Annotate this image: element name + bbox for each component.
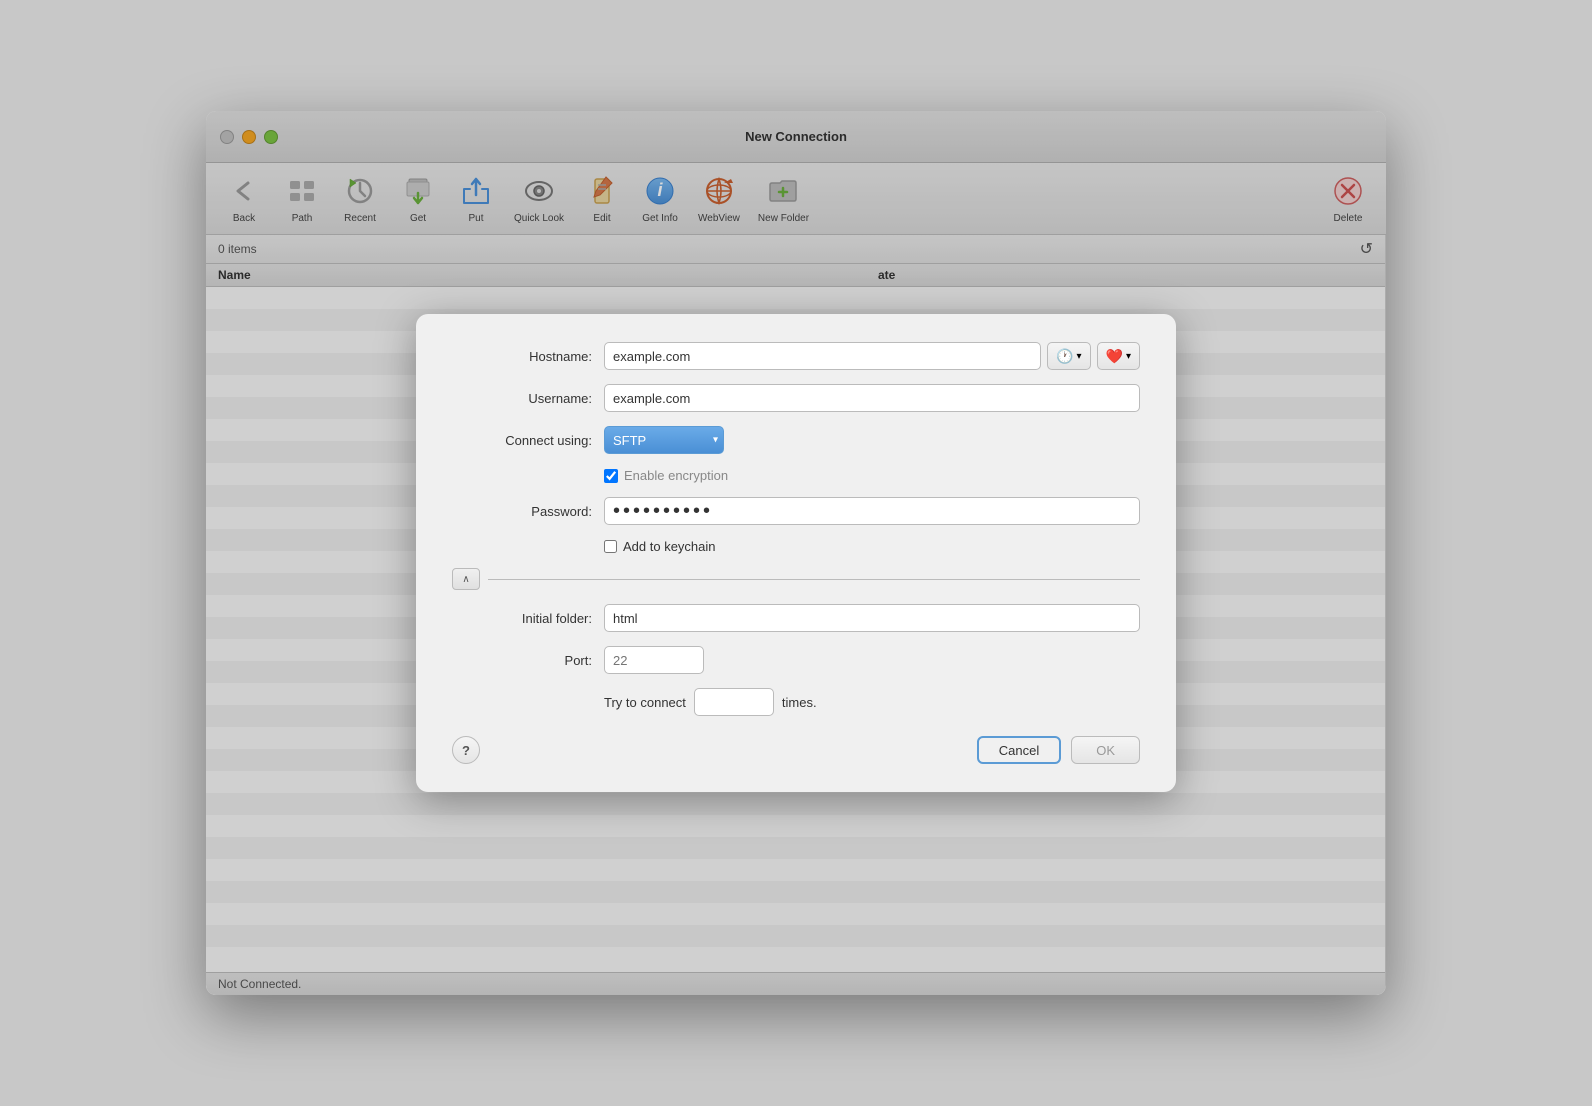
encryption-label-text: Enable encryption [624, 468, 728, 483]
keychain-row: Add to keychain [604, 539, 1140, 554]
help-icon: ? [462, 743, 470, 758]
protocol-selector: SFTP FTP FTPS ▾ [604, 426, 724, 454]
cancel-button[interactable]: Cancel [977, 736, 1061, 764]
hostname-input[interactable] [604, 342, 1041, 370]
divider-line [488, 579, 1140, 580]
favorites-button[interactable]: ❤️ ▾ [1097, 342, 1140, 370]
modal-overlay: Hostname: 🕐 ▾ ❤️ ▾ Username: [206, 111, 1386, 995]
help-button[interactable]: ? [452, 736, 480, 764]
keychain-label-text: Add to keychain [623, 539, 716, 554]
try-connect-input[interactable] [694, 688, 774, 716]
protocol-select[interactable]: SFTP FTP FTPS [604, 426, 724, 454]
hostname-row: Hostname: 🕐 ▾ ❤️ ▾ [452, 342, 1140, 370]
hostname-label: Hostname: [452, 349, 592, 364]
encryption-checkbox[interactable] [604, 469, 618, 483]
main-window: New Connection Back Path [206, 111, 1386, 995]
heart-icon: ❤️ [1106, 348, 1123, 365]
chevron-up-icon: ∧ [462, 574, 469, 585]
encryption-label[interactable]: Enable encryption [604, 468, 728, 483]
ok-button[interactable]: OK [1071, 736, 1140, 764]
initial-folder-label: Initial folder: [452, 611, 592, 626]
history-chevron: ▾ [1077, 351, 1082, 362]
collapse-button[interactable]: ∧ [452, 568, 480, 590]
try-connect-label: Try to connect [604, 695, 686, 710]
try-connect-row: Try to connect times. [452, 688, 1140, 716]
connect-using-row: Connect using: SFTP FTP FTPS ▾ [452, 426, 1140, 454]
encryption-row: Enable encryption [604, 468, 1140, 483]
port-row: Port: [452, 646, 1140, 674]
port-label: Port: [452, 653, 592, 668]
divider-row: ∧ [452, 568, 1140, 590]
hostname-input-group: 🕐 ▾ ❤️ ▾ [604, 342, 1140, 370]
port-input[interactable] [604, 646, 704, 674]
favorites-chevron: ▾ [1126, 351, 1131, 362]
password-input[interactable] [604, 497, 1140, 525]
dialog-footer: ? Cancel OK [452, 736, 1140, 764]
new-connection-dialog: Hostname: 🕐 ▾ ❤️ ▾ Username: [416, 314, 1176, 792]
password-row: Password: [452, 497, 1140, 525]
cancel-label: Cancel [999, 743, 1039, 758]
history-button[interactable]: 🕐 ▾ [1047, 342, 1090, 370]
username-row: Username: [452, 384, 1140, 412]
username-label: Username: [452, 391, 592, 406]
ok-label: OK [1096, 743, 1115, 758]
initial-folder-input[interactable] [604, 604, 1140, 632]
connect-using-label: Connect using: [452, 433, 592, 448]
keychain-checkbox[interactable] [604, 540, 617, 553]
password-label: Password: [452, 504, 592, 519]
clock-icon: 🕐 [1056, 348, 1073, 365]
initial-folder-row: Initial folder: [452, 604, 1140, 632]
times-label: times. [782, 695, 817, 710]
keychain-label[interactable]: Add to keychain [604, 539, 716, 554]
username-input[interactable] [604, 384, 1140, 412]
